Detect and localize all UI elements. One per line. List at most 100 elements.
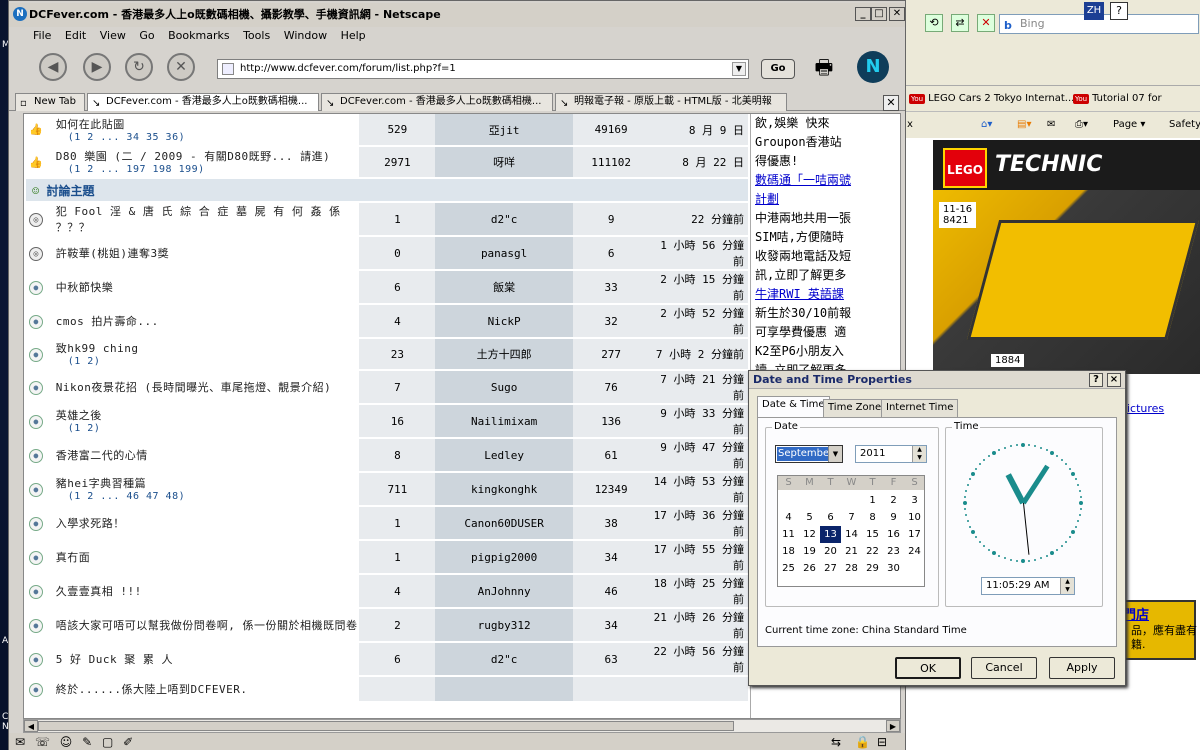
topic-link[interactable]: 香港富二代的心情 xyxy=(56,449,148,462)
menu-window[interactable]: Window xyxy=(284,29,327,42)
chat-icon[interactable]: ☏ xyxy=(35,735,50,749)
compat-icon[interactable]: ⇄ xyxy=(951,14,969,32)
calendar-day[interactable]: 2 xyxy=(883,492,904,509)
person-icon[interactable]: ☺ xyxy=(60,735,73,749)
calendar-day[interactable]: 15 xyxy=(862,526,883,543)
author-cell[interactable]: d2"c xyxy=(435,642,573,677)
topic-link[interactable]: 唔該大家可唔可以幫我做份問卷啊, 係一份關於相機既問卷 xyxy=(56,619,358,632)
author-cell[interactable]: Ledley xyxy=(435,438,573,473)
help-icon[interactable]: ? xyxy=(1110,2,1128,20)
topic-link[interactable]: 許鞍華(桃姐)連奪3獎 xyxy=(56,247,169,260)
calendar-day[interactable]: 25 xyxy=(778,560,799,577)
dialog-title[interactable]: Date and Time Properties xyxy=(749,371,1125,389)
topic-link[interactable]: 致hk99 ching xyxy=(56,342,139,355)
tab-mingpao[interactable]: ↘ 明報電子報 - 原版上載 - HTML版 - 北美明報 xyxy=(555,93,787,111)
topic-link[interactable]: 久壹壹真相 !!! xyxy=(56,585,142,598)
calendar-day[interactable]: 3 xyxy=(904,492,925,509)
composer-icon[interactable]: ✎ xyxy=(82,735,92,749)
netscape-logo-icon[interactable]: N xyxy=(857,51,889,83)
scrollbar-thumb[interactable] xyxy=(38,721,734,731)
topic-pages[interactable]: (1 2 ... 197 198 199) xyxy=(68,164,360,176)
author-cell[interactable] xyxy=(435,676,573,703)
topic-pages[interactable]: (1 2 ... 46 47 48) xyxy=(68,491,360,503)
calendar-day[interactable]: 24 xyxy=(904,543,925,560)
calendar-day[interactable]: 29 xyxy=(862,560,883,577)
forward-button[interactable]: ▶ xyxy=(83,53,111,81)
calendar-day[interactable]: 17 xyxy=(904,526,925,543)
calendar-day[interactable]: 8 xyxy=(862,509,883,526)
lego-box-image[interactable]: LEGO TECHNIC 11-16 8421 1884 xyxy=(933,140,1200,374)
calendar-day[interactable]: 19 xyxy=(799,543,820,560)
menu-bookmarks[interactable]: Bookmarks xyxy=(168,29,229,42)
tab-new[interactable]: ▫ New Tab xyxy=(15,93,85,111)
ad-link[interactable]: 計劃 xyxy=(755,190,896,209)
topic-link[interactable]: 豬hei字典習種篇 xyxy=(56,477,146,490)
print-icon[interactable]: 🖶 xyxy=(809,53,839,79)
calendar-day[interactable]: 21 xyxy=(841,543,862,560)
calendar-day[interactable]: 28 xyxy=(841,560,862,577)
calendar-day[interactable]: 10 xyxy=(904,509,925,526)
horizontal-scrollbar[interactable]: ◀ ▶ xyxy=(23,719,901,733)
author-cell[interactable]: rugby312 xyxy=(435,608,573,643)
dialog-close-button[interactable]: × xyxy=(1107,373,1121,387)
url-dropdown-icon[interactable]: ▼ xyxy=(732,62,746,76)
chevron-down-icon[interactable]: ▼ xyxy=(828,446,842,462)
topic-pages[interactable]: (1 2) xyxy=(68,356,360,368)
mail-icon[interactable]: ✉ xyxy=(15,735,25,749)
calendar-day[interactable]: 30 xyxy=(883,560,904,577)
topic-link[interactable]: 犯 Fool 淫 & 唐 氏 綜 合 症 墓 屍 有 何 姦 係 ？？？ xyxy=(56,205,341,234)
time-input[interactable]: 11:05:29 AM ▲ ▼ xyxy=(981,577,1075,595)
pictures-link[interactable]: ictures xyxy=(1127,402,1164,415)
author-cell[interactable]: kingkonghk xyxy=(435,472,573,507)
menu-help[interactable]: Help xyxy=(341,29,366,42)
month-select[interactable]: September ▼ xyxy=(775,445,843,463)
year-spinner[interactable]: 2011 ▲ ▼ xyxy=(855,445,927,463)
author-cell[interactable]: panasgl xyxy=(435,236,573,271)
ie-tab-close[interactable]: x xyxy=(907,112,913,138)
tab-internet-time[interactable]: Internet Time xyxy=(881,399,959,417)
menu-go[interactable]: Go xyxy=(139,29,154,42)
ok-button[interactable]: OK xyxy=(895,657,961,679)
calendar-day[interactable]: 1 xyxy=(862,492,883,509)
spinner-arrows-icon[interactable]: ▲ ▼ xyxy=(1060,578,1074,594)
store-link[interactable]: 門店 xyxy=(1123,604,1149,623)
menu-tools[interactable]: Tools xyxy=(243,29,270,42)
author-cell[interactable]: d2"c xyxy=(435,202,573,237)
stop-button[interactable]: ✕ xyxy=(167,53,195,81)
scroll-right-icon[interactable]: ▶ xyxy=(886,720,900,732)
netscape-title-bar[interactable]: N DCFever.com - 香港最多人上o既數碼相機、攝影教學、手機資訊網 … xyxy=(9,3,905,27)
calendar-day[interactable]: 20 xyxy=(820,543,841,560)
home-icon[interactable]: ⌂▾ xyxy=(981,112,992,138)
reload-button[interactable]: ↻ xyxy=(125,53,153,81)
ad-link[interactable]: 牛津RWI 英語課 xyxy=(755,285,896,304)
minimize-button[interactable]: _ xyxy=(855,7,871,21)
topic-pages[interactable]: (1 2 ... 34 35 36) xyxy=(68,132,360,144)
topic-link[interactable]: 5 好 Duck 聚 累 人 xyxy=(56,653,173,666)
back-button[interactable]: ◀ xyxy=(39,53,67,81)
calendar-day[interactable]: 22 xyxy=(862,543,883,560)
apply-button[interactable]: Apply xyxy=(1049,657,1115,679)
maximize-button[interactable]: □ xyxy=(871,7,887,21)
refresh-icon[interactable]: ⟲ xyxy=(925,14,943,32)
notes-icon[interactable]: ▢ xyxy=(102,735,113,749)
topic-link[interactable]: 英雄之後 xyxy=(56,409,102,422)
tab-dcfever-1[interactable]: ↘ DCFever.com - 香港最多人上o既數碼相機... xyxy=(87,93,319,111)
author-cell[interactable]: NickP xyxy=(435,304,573,339)
stop-icon[interactable]: ✕ xyxy=(977,14,995,32)
favorite-link[interactable]: You LEGO Cars 2 Tokyo Internat... xyxy=(909,86,1074,112)
close-button[interactable]: ✕ xyxy=(889,7,905,21)
close-tab-button[interactable]: ✕ xyxy=(883,95,899,111)
author-cell[interactable]: Nailimixam xyxy=(435,404,573,439)
author-cell[interactable]: pigpig2000 xyxy=(435,540,573,575)
topic-link[interactable]: Nikon夜景花招 (長時間曝光、車尾拖燈、靚景介紹) xyxy=(56,381,331,394)
calendar-day[interactable]: 6 xyxy=(820,509,841,526)
menu-view[interactable]: View xyxy=(100,29,126,42)
calendar-day[interactable]: 5 xyxy=(799,509,820,526)
topic-link[interactable]: 真冇面 xyxy=(56,551,91,564)
calendar-day[interactable]: 4 xyxy=(778,509,799,526)
tab-dcfever-2[interactable]: ↘ DCFever.com - 香港最多人上o既數碼相機... xyxy=(321,93,553,111)
topic-pages[interactable]: (1 2) xyxy=(68,423,360,435)
edit-icon[interactable]: ✐ xyxy=(123,735,133,749)
topic-link[interactable]: 入學求死路！ xyxy=(56,517,125,530)
calendar-day[interactable]: 16 xyxy=(883,526,904,543)
